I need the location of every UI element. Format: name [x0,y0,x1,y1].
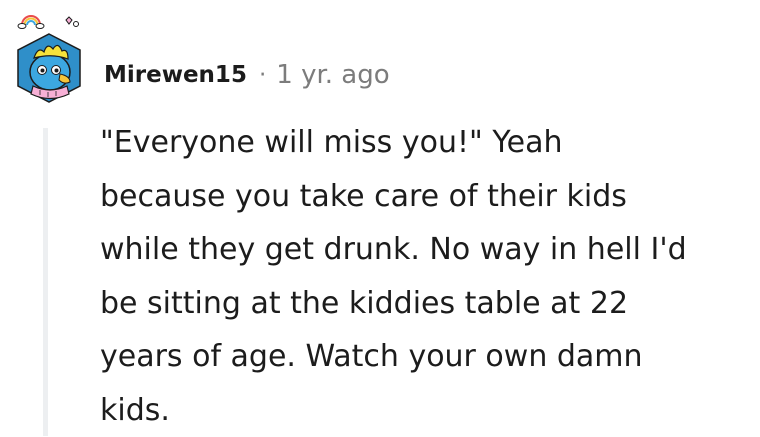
user-avatar-icon[interactable] [8,12,90,106]
rainbow-cloud-icon [17,15,45,29]
comment: Mirewen15 · 1 yr. ago "Everyone will mis… [0,0,760,436]
comment-timestamp[interactable]: 1 yr. ago [276,60,389,90]
meta-separator: · [258,62,267,88]
thread-collapse-line[interactable] [43,128,48,436]
comment-header: Mirewen15 · 1 yr. ago [104,56,390,94]
sparkle-icon [65,16,79,27]
comment-body: "Everyone will miss you!" Yeah because y… [100,125,687,428]
username-link[interactable]: Mirewen15 [104,62,247,88]
